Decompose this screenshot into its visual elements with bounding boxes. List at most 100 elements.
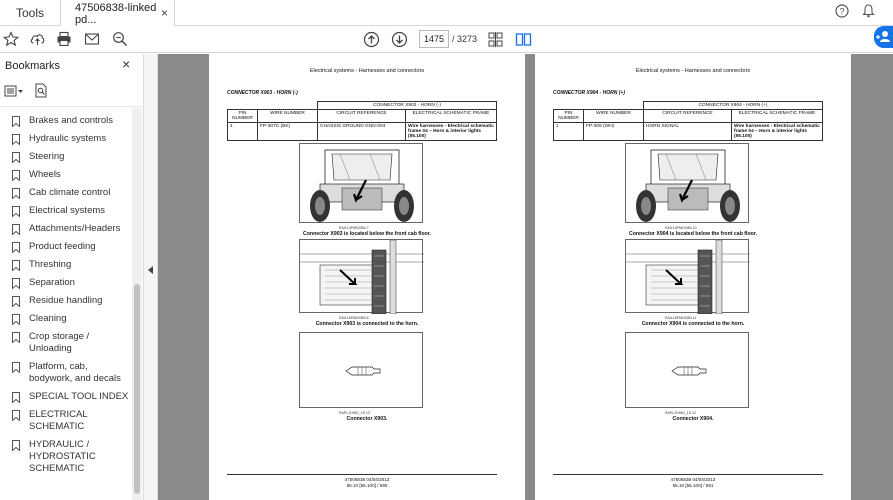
col-schematic: ELECTRICAL SCHEMATIC FRAME bbox=[731, 109, 823, 123]
bookmark-label: Brakes and controls bbox=[29, 115, 113, 126]
bookmark-label: Electrical systems bbox=[29, 205, 106, 216]
bookmarks-scrollbar[interactable] bbox=[132, 108, 142, 500]
bookmark-item[interactable]: Separation bbox=[0, 274, 132, 292]
col-pin: PIN NUMBER bbox=[553, 109, 584, 123]
bookmark-icon bbox=[12, 224, 20, 235]
bookmark-icon bbox=[12, 440, 20, 451]
document-view[interactable]: Electrical systems - Harnesses and conne… bbox=[158, 54, 893, 500]
pdf-page-right: Electrical systems - Harnesses and conne… bbox=[535, 54, 851, 500]
next-page-icon[interactable] bbox=[390, 30, 408, 48]
page-footer-date: 47506838 04/04/2013 bbox=[670, 477, 716, 482]
bookmark-item[interactable]: Cleaning bbox=[0, 310, 132, 328]
bookmark-icon bbox=[12, 206, 20, 217]
bookmark-item[interactable]: Hydraulic systems bbox=[0, 130, 132, 148]
divider bbox=[0, 106, 144, 107]
table-title: CONNECTOR X904 - HORN (+) bbox=[643, 101, 823, 110]
email-icon[interactable] bbox=[83, 30, 101, 48]
bookmark-label: Hydraulic systems bbox=[29, 133, 107, 144]
page-header: Electrical systems - Harnesses and conne… bbox=[309, 68, 425, 74]
notifications-icon[interactable] bbox=[862, 4, 875, 21]
collapse-panel-icon[interactable] bbox=[148, 266, 153, 274]
scrollbar-thumb[interactable] bbox=[134, 284, 140, 494]
cell-wire: FP-305 (WH) bbox=[583, 122, 644, 141]
figure-horn-detail bbox=[625, 239, 750, 315]
bookmark-label: Residue handling bbox=[29, 295, 103, 306]
add-user-button[interactable] bbox=[874, 26, 893, 48]
zoom-search-icon[interactable] bbox=[111, 30, 129, 48]
bookmark-item[interactable]: Platform, cab, bodywork, and decals bbox=[0, 358, 132, 388]
bookmark-item[interactable]: Residue handling bbox=[0, 292, 132, 310]
bookmark-label: Separation bbox=[29, 277, 75, 288]
bookmark-item[interactable]: SPECIAL TOOL INDEX bbox=[0, 388, 132, 406]
bookmark-options-icon[interactable] bbox=[4, 84, 24, 103]
figure-code: RAIL16PNK0384 8 bbox=[339, 316, 369, 320]
cell-circuit: HORN SIGNAL bbox=[643, 122, 732, 141]
bookmark-item[interactable]: Crop storage / Unloading bbox=[0, 328, 132, 358]
panel-splitter[interactable] bbox=[144, 54, 158, 500]
page-thumbnails-icon[interactable] bbox=[486, 30, 504, 48]
bookmark-label: HYDRAULIC / HYDROSTATIC SCHEMATIC bbox=[29, 439, 96, 474]
bookmark-icon bbox=[12, 392, 20, 403]
bookmark-label: Wheels bbox=[29, 169, 61, 180]
bookmarks-tools bbox=[4, 83, 48, 103]
close-tab-icon[interactable]: × bbox=[161, 6, 168, 20]
col-wire: WIRE NUMBER bbox=[583, 109, 644, 123]
bookmark-item[interactable]: ELECTRICAL SCHEMATIC bbox=[0, 406, 132, 436]
cell-schematic: Wire harnesses - Electrical schematic fr… bbox=[405, 122, 497, 141]
bookmarks-panel: Bookmarks × Brakes and controls Hydrauli… bbox=[0, 54, 144, 500]
figure-connector bbox=[625, 332, 749, 408]
bookmark-label: Attachments/Headers bbox=[29, 223, 121, 234]
bookmark-icon bbox=[12, 242, 20, 253]
tab-document-label: 47506838-linked pd... bbox=[75, 1, 157, 26]
page-footer-date: 47506838 04/04/2013 bbox=[344, 477, 390, 482]
bookmark-label: Cleaning bbox=[29, 313, 67, 324]
cell-circuit: CHASSIS GROUND GND-004 bbox=[317, 122, 406, 141]
page-number-input[interactable]: 1475 bbox=[419, 30, 449, 48]
bookmark-search-icon[interactable] bbox=[34, 83, 48, 103]
bookmark-icon bbox=[12, 170, 20, 181]
bookmark-item[interactable]: Electrical systems bbox=[0, 202, 132, 220]
cell-wire: FP-307C (BK) bbox=[257, 122, 318, 141]
figure-horn-detail bbox=[299, 239, 424, 315]
previous-page-icon[interactable] bbox=[362, 30, 380, 48]
two-page-view-icon[interactable] bbox=[514, 30, 532, 48]
bookmark-item[interactable]: Cab climate control bbox=[0, 184, 132, 202]
col-pin: PIN NUMBER bbox=[227, 109, 258, 123]
bookmark-icon bbox=[12, 188, 20, 199]
pdf-page-left: Electrical systems - Harnesses and conne… bbox=[209, 54, 525, 500]
bookmark-item[interactable]: Steering bbox=[0, 148, 132, 166]
bookmark-item[interactable]: Wheels bbox=[0, 166, 132, 184]
bookmark-label: SPECIAL TOOL INDEX bbox=[29, 391, 129, 402]
toolbar: 1475 / 3273 bbox=[0, 26, 893, 53]
bookmark-icon bbox=[12, 278, 20, 289]
tab-tools[interactable]: Tools bbox=[0, 0, 60, 26]
bookmark-label: Crop storage / Unloading bbox=[29, 331, 90, 354]
bookmark-label: ELECTRICAL SCHEMATIC bbox=[29, 409, 88, 432]
bookmark-label: Cab climate control bbox=[29, 187, 111, 198]
bookmark-item[interactable]: Attachments/Headers bbox=[0, 220, 132, 238]
bookmark-item[interactable]: HYDRAULIC / HYDROSTATIC SCHEMATIC bbox=[0, 436, 132, 478]
footer-divider bbox=[553, 474, 823, 475]
cell-pin: 1 bbox=[227, 122, 258, 141]
bookmark-item[interactable]: Threshing bbox=[0, 256, 132, 274]
bookmark-icon bbox=[12, 116, 20, 127]
figure-caption: Connector X903. bbox=[346, 416, 388, 422]
figure-caption: Connector X904. bbox=[672, 416, 714, 422]
figure-combine-front bbox=[299, 143, 423, 223]
bookmark-label: Steering bbox=[29, 151, 65, 162]
help-icon[interactable]: ? bbox=[835, 4, 849, 21]
bookmark-star-icon[interactable] bbox=[2, 30, 20, 48]
tab-document[interactable]: 47506838-linked pd... × bbox=[60, 0, 175, 27]
connector-table: CONNECTOR X904 - HORN (+) PIN NUMBER WIR… bbox=[553, 101, 823, 141]
bookmark-item[interactable]: Product feeding bbox=[0, 238, 132, 256]
page-footer-number: 55.10 [55.100] / 590 bbox=[346, 483, 388, 488]
bookmark-item[interactable]: Brakes and controls bbox=[0, 112, 132, 130]
table-title: CONNECTOR X903 - HORN (-) bbox=[317, 101, 497, 110]
print-icon[interactable] bbox=[55, 30, 73, 48]
cloud-upload-icon[interactable] bbox=[28, 30, 46, 48]
footer-divider bbox=[227, 474, 497, 475]
figure-caption: Connector X903 is located below the fron… bbox=[303, 231, 431, 237]
bookmark-icon bbox=[12, 332, 20, 343]
figure-caption: Connector X904 is connected to the horn. bbox=[641, 321, 745, 327]
close-panel-icon[interactable]: × bbox=[122, 56, 130, 72]
